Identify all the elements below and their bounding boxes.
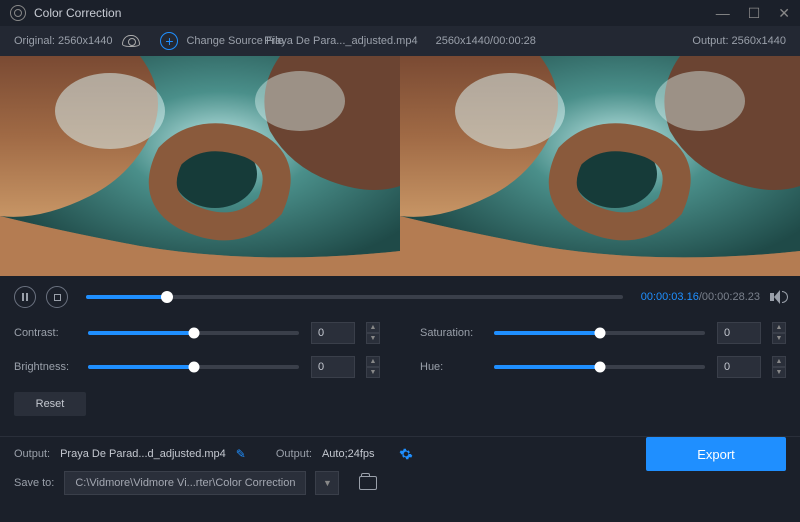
brightness-label: Brightness:	[14, 361, 76, 373]
current-time: 00:00:03.16	[641, 291, 699, 303]
save-path-field[interactable]: C:\Vidmore\Vidmore Vi...rter\Color Corre…	[64, 471, 306, 495]
preview-toggle-icon[interactable]	[122, 35, 140, 47]
hue-value[interactable]: 0	[717, 356, 761, 378]
brightness-value[interactable]: 0	[311, 356, 355, 378]
saturation-stepper[interactable]: ▲▼	[772, 322, 786, 344]
export-button[interactable]: Export	[646, 437, 786, 471]
preview-adjusted	[400, 56, 800, 276]
reset-button[interactable]: Reset	[14, 392, 86, 416]
output-format-label: Output:	[276, 448, 312, 460]
timeline-slider[interactable]	[86, 295, 623, 299]
edit-output-name-icon[interactable]: ✎	[236, 447, 246, 461]
top-toolbar: Original: 2560x1440 + Change Source File…	[0, 26, 800, 56]
original-resolution-label: Original: 2560x1440	[14, 35, 112, 47]
timeline-thumb[interactable]	[161, 291, 173, 303]
browse-folder-icon[interactable]	[359, 476, 377, 490]
output-format-value: Auto;24fps	[322, 448, 375, 460]
source-file-name: Praya De Para..._adjusted.mp4	[264, 35, 417, 47]
output-resolution-label: Output: 2560x1440	[692, 35, 786, 47]
contrast-value[interactable]: 0	[311, 322, 355, 344]
add-source-icon[interactable]: +	[160, 32, 178, 50]
saturation-slider[interactable]	[494, 331, 705, 335]
output-file-label: Output:	[14, 448, 50, 460]
app-logo-icon	[10, 5, 26, 21]
volume-icon[interactable]	[770, 290, 786, 304]
maximize-button[interactable]: ☐	[748, 5, 761, 22]
contrast-label: Contrast:	[14, 327, 76, 339]
preview-panes	[0, 56, 800, 276]
settings-icon[interactable]	[399, 447, 413, 461]
time-display: 00:00:03.16/00:00:28.23	[641, 291, 760, 303]
contrast-stepper[interactable]: ▲▼	[366, 322, 380, 344]
saturation-value[interactable]: 0	[717, 322, 761, 344]
source-file-meta: 2560x1440/00:00:28	[436, 35, 536, 47]
close-button[interactable]: ✕	[778, 5, 790, 22]
hue-slider[interactable]	[494, 365, 705, 369]
total-time: /00:00:28.23	[699, 291, 760, 303]
timeline-fill	[86, 295, 167, 299]
output-file-name: Praya De Parad...d_adjusted.mp4	[60, 448, 226, 460]
stop-button[interactable]	[46, 286, 68, 308]
preview-original	[0, 56, 400, 276]
brightness-stepper[interactable]: ▲▼	[366, 356, 380, 378]
contrast-slider[interactable]	[88, 331, 299, 335]
pause-button[interactable]	[14, 286, 36, 308]
title-bar: Color Correction — ☐ ✕	[0, 0, 800, 26]
minimize-button[interactable]: —	[716, 5, 730, 22]
saturation-label: Saturation:	[420, 327, 482, 339]
brightness-slider[interactable]	[88, 365, 299, 369]
window-title: Color Correction	[34, 6, 121, 20]
hue-stepper[interactable]: ▲▼	[772, 356, 786, 378]
save-to-label: Save to:	[14, 477, 54, 489]
hue-label: Hue:	[420, 361, 482, 373]
save-path-dropdown[interactable]: ▼	[315, 471, 339, 495]
